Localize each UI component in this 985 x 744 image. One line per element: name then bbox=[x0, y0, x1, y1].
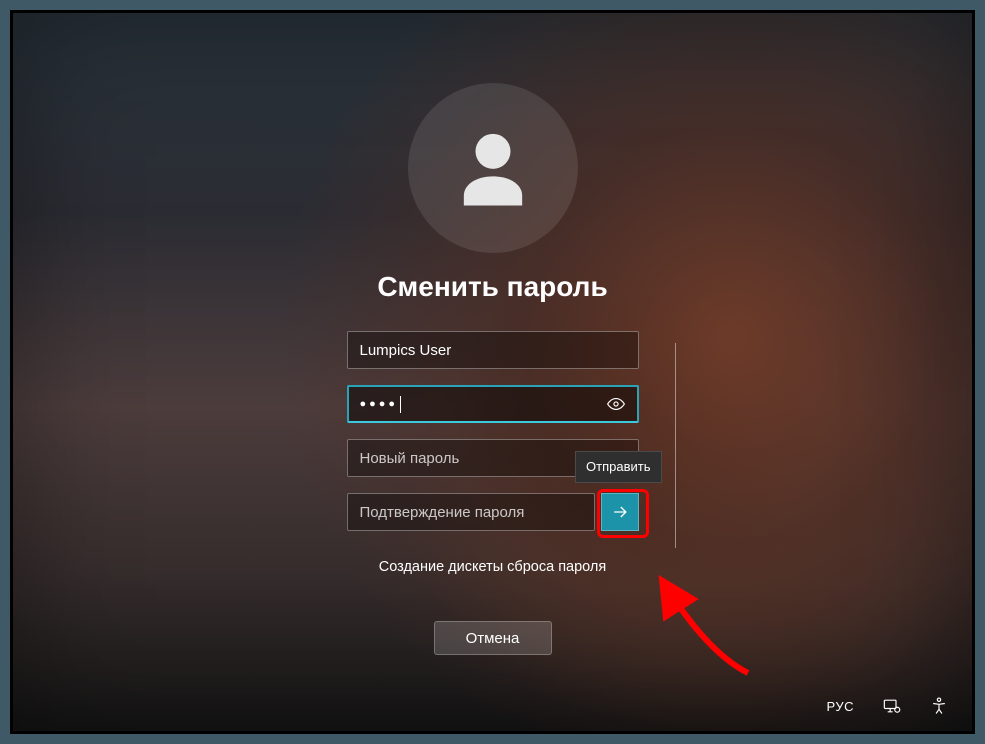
eye-icon bbox=[606, 394, 626, 414]
confirm-password-placeholder: Подтверждение пароля bbox=[360, 504, 525, 521]
username-value: Lumpics User bbox=[360, 342, 452, 359]
confirm-password-input[interactable]: Подтверждение пароля bbox=[347, 493, 595, 531]
reveal-password-button[interactable] bbox=[605, 393, 627, 415]
bottom-bar: РУС bbox=[826, 695, 950, 717]
network-icon bbox=[881, 696, 901, 716]
person-icon bbox=[443, 118, 543, 218]
form: Lumpics User ●●●● Новый пароль Подтвержд… bbox=[347, 331, 639, 531]
reset-disk-link[interactable]: Создание дискеты сброса пароля bbox=[379, 559, 606, 575]
accessibility-icon bbox=[929, 696, 949, 716]
username-input[interactable]: Lumpics User bbox=[347, 331, 639, 369]
page-title: Сменить пароль bbox=[377, 271, 607, 303]
confirm-row: Подтверждение пароля Отправить bbox=[347, 493, 639, 531]
language-indicator[interactable]: РУС bbox=[826, 699, 854, 714]
accessibility-button[interactable] bbox=[928, 695, 950, 717]
cancel-button[interactable]: Отмена bbox=[434, 621, 552, 655]
new-password-placeholder: Новый пароль bbox=[360, 450, 460, 467]
network-button[interactable] bbox=[880, 695, 902, 717]
user-avatar bbox=[408, 83, 578, 253]
text-caret bbox=[400, 396, 401, 413]
vertical-divider bbox=[675, 343, 676, 548]
login-screen: Сменить пароль Lumpics User ●●●● Новый п… bbox=[10, 10, 975, 734]
submit-tooltip: Отправить bbox=[575, 451, 661, 483]
arrow-right-icon bbox=[610, 502, 630, 522]
current-password-input[interactable]: ●●●● bbox=[347, 385, 639, 423]
submit-button[interactable] bbox=[601, 493, 639, 531]
current-password-value: ●●●● bbox=[360, 399, 399, 410]
change-password-panel: Сменить пароль Lumpics User ●●●● Новый п… bbox=[13, 83, 972, 655]
